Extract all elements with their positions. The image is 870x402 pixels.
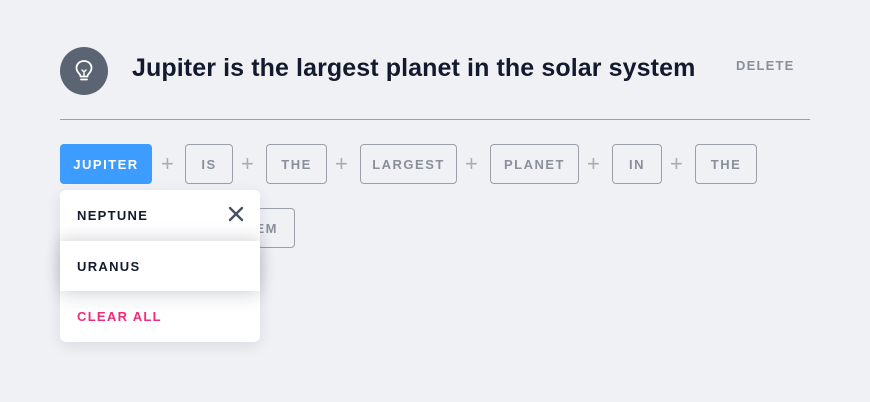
idea-icon-badge xyxy=(60,47,108,95)
dropdown-item-uranus[interactable]: URANUS xyxy=(60,241,260,291)
plus-separator: + xyxy=(587,151,600,176)
plus-separator: + xyxy=(670,151,683,176)
lightbulb-icon xyxy=(75,60,93,81)
close-icon[interactable] xyxy=(227,205,245,223)
card-title: Jupiter is the largest planet in the sol… xyxy=(132,54,696,82)
clear-all-label: CLEAR ALL xyxy=(77,308,162,324)
plus-separator: + xyxy=(465,151,478,176)
dropdown-item-label: NEPTUNE xyxy=(77,207,149,223)
clear-all-button[interactable]: CLEAR ALL xyxy=(60,291,260,341)
word-chip-the-2[interactable]: THE xyxy=(695,144,757,184)
divider xyxy=(60,119,810,120)
word-chip-is[interactable]: IS xyxy=(185,144,233,184)
delete-button[interactable]: DELETE xyxy=(736,58,794,73)
plus-separator: + xyxy=(335,151,348,176)
word-chip-the[interactable]: THE xyxy=(266,144,327,184)
word-chip-largest[interactable]: LARGEST xyxy=(360,144,457,184)
word-chip-jupiter[interactable]: JUPITER xyxy=(60,144,152,184)
word-chip-planet[interactable]: PLANET xyxy=(490,144,579,184)
word-chip-in[interactable]: IN xyxy=(612,144,662,184)
plus-separator: + xyxy=(241,151,254,176)
dropdown-item-label: URANUS xyxy=(77,258,141,274)
word-suggestions-dropdown: NEPTUNE URANUS CLEAR ALL xyxy=(60,190,260,342)
plus-separator: + xyxy=(161,151,174,176)
